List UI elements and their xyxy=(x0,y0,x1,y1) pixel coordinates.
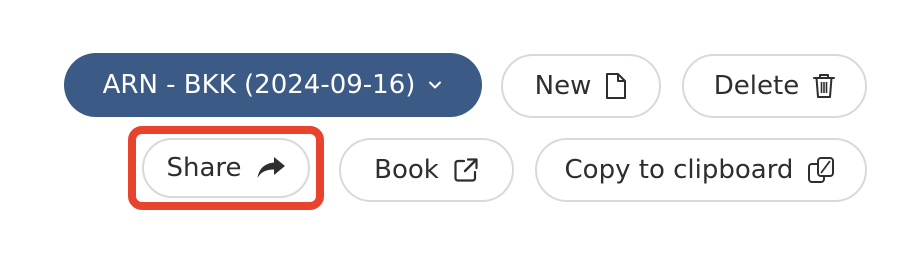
delete-button-label: Delete xyxy=(713,71,800,101)
new-button[interactable]: New xyxy=(501,54,661,118)
new-button-label: New xyxy=(534,71,592,101)
external-link-icon xyxy=(453,157,479,183)
file-icon xyxy=(605,72,627,100)
book-button[interactable]: Book xyxy=(339,138,514,202)
share-button-label: Share xyxy=(166,153,242,183)
book-button-label: Book xyxy=(374,155,439,185)
chevron-down-icon xyxy=(427,77,443,93)
share-button[interactable]: Share xyxy=(142,138,310,198)
delete-button[interactable]: Delete xyxy=(682,54,867,118)
clipboard-copy-icon xyxy=(807,156,837,184)
copy-to-clipboard-label: Copy to clipboard xyxy=(564,155,794,185)
route-selector-label: ARN - BKK (2024-09-16) xyxy=(102,70,416,100)
copy-to-clipboard-button[interactable]: Copy to clipboard xyxy=(535,138,867,202)
route-selector-button[interactable]: ARN - BKK (2024-09-16) xyxy=(64,53,482,117)
trash-icon xyxy=(813,73,836,99)
share-arrow-icon xyxy=(256,156,286,180)
